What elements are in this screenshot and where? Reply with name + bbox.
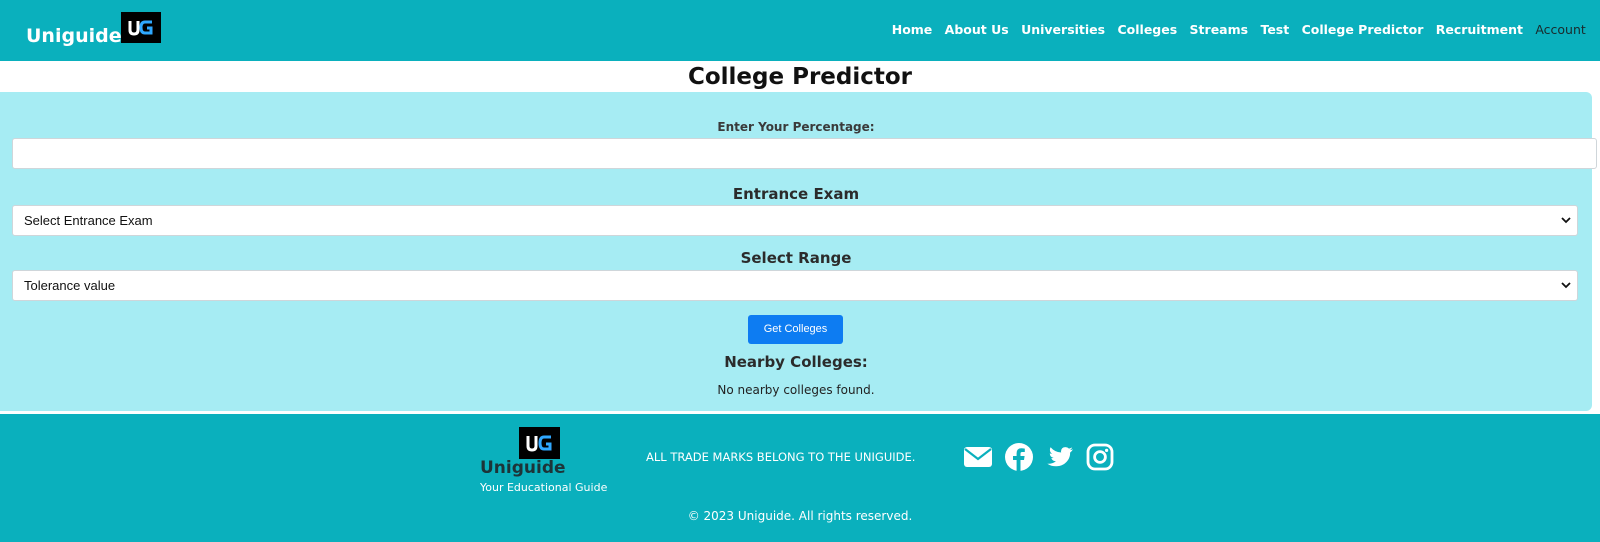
brand-logo[interactable] <box>121 12 161 43</box>
range-select-value: Tolerance value <box>24 278 116 293</box>
entrance-exam-value: Select Entrance Exam <box>24 213 153 228</box>
copyright: © 2023 Uniguide. All rights reserved. <box>687 509 913 523</box>
navbar: Uniguide Home About Us Universities Coll… <box>0 0 1600 61</box>
facebook-icon[interactable] <box>1004 442 1034 472</box>
nearby-colleges-empty: No nearby colleges found. <box>717 383 875 397</box>
entrance-exam-label: Entrance Exam <box>732 185 860 203</box>
footer-logo <box>519 427 560 459</box>
twitter-icon[interactable] <box>1045 442 1075 472</box>
footer-tagline: Your Educational Guide <box>480 481 608 494</box>
select-range-label: Select Range <box>740 249 852 267</box>
page-title: College Predictor <box>687 64 913 90</box>
envelope-icon[interactable] <box>963 442 993 472</box>
footer: Uniguide Your Educational Guide ALL TRAD… <box>0 414 1600 542</box>
nav-home[interactable]: Home <box>886 22 939 37</box>
instagram-icon[interactable] <box>1085 442 1115 472</box>
percentage-label: Enter Your Percentage: <box>717 120 875 134</box>
nav-account[interactable]: Account <box>1529 22 1592 37</box>
range-select[interactable]: Tolerance value <box>12 270 1578 301</box>
chevron-down-icon <box>1561 282 1571 289</box>
entrance-exam-select[interactable]: Select Entrance Exam <box>12 205 1578 236</box>
get-colleges-button[interactable]: Get Colleges <box>748 315 843 344</box>
nav-streams[interactable]: Streams <box>1183 22 1254 37</box>
nav-colleges[interactable]: Colleges <box>1111 22 1183 37</box>
percentage-input[interactable] <box>12 138 1597 169</box>
brand-name[interactable]: Uniguide <box>26 25 122 47</box>
nav-recruitment[interactable]: Recruitment <box>1430 22 1530 37</box>
predictor-form-panel: Enter Your Percentage: Entrance Exam Sel… <box>0 92 1597 411</box>
nearby-colleges-heading: Nearby Colleges: <box>724 353 868 371</box>
trademark-notice: ALL TRADE MARKS BELONG TO THE UNIGUIDE. <box>646 450 916 464</box>
footer-brand: Uniguide <box>480 458 566 478</box>
nav-universities[interactable]: Universities <box>1015 22 1111 37</box>
chevron-down-icon <box>1561 217 1571 224</box>
nav-test[interactable]: Test <box>1254 22 1295 37</box>
nav-menu: Home About Us Universities Colleges Stre… <box>886 22 1592 37</box>
nav-college-predictor[interactable]: College Predictor <box>1295 22 1429 37</box>
nav-about-us[interactable]: About Us <box>938 22 1014 37</box>
